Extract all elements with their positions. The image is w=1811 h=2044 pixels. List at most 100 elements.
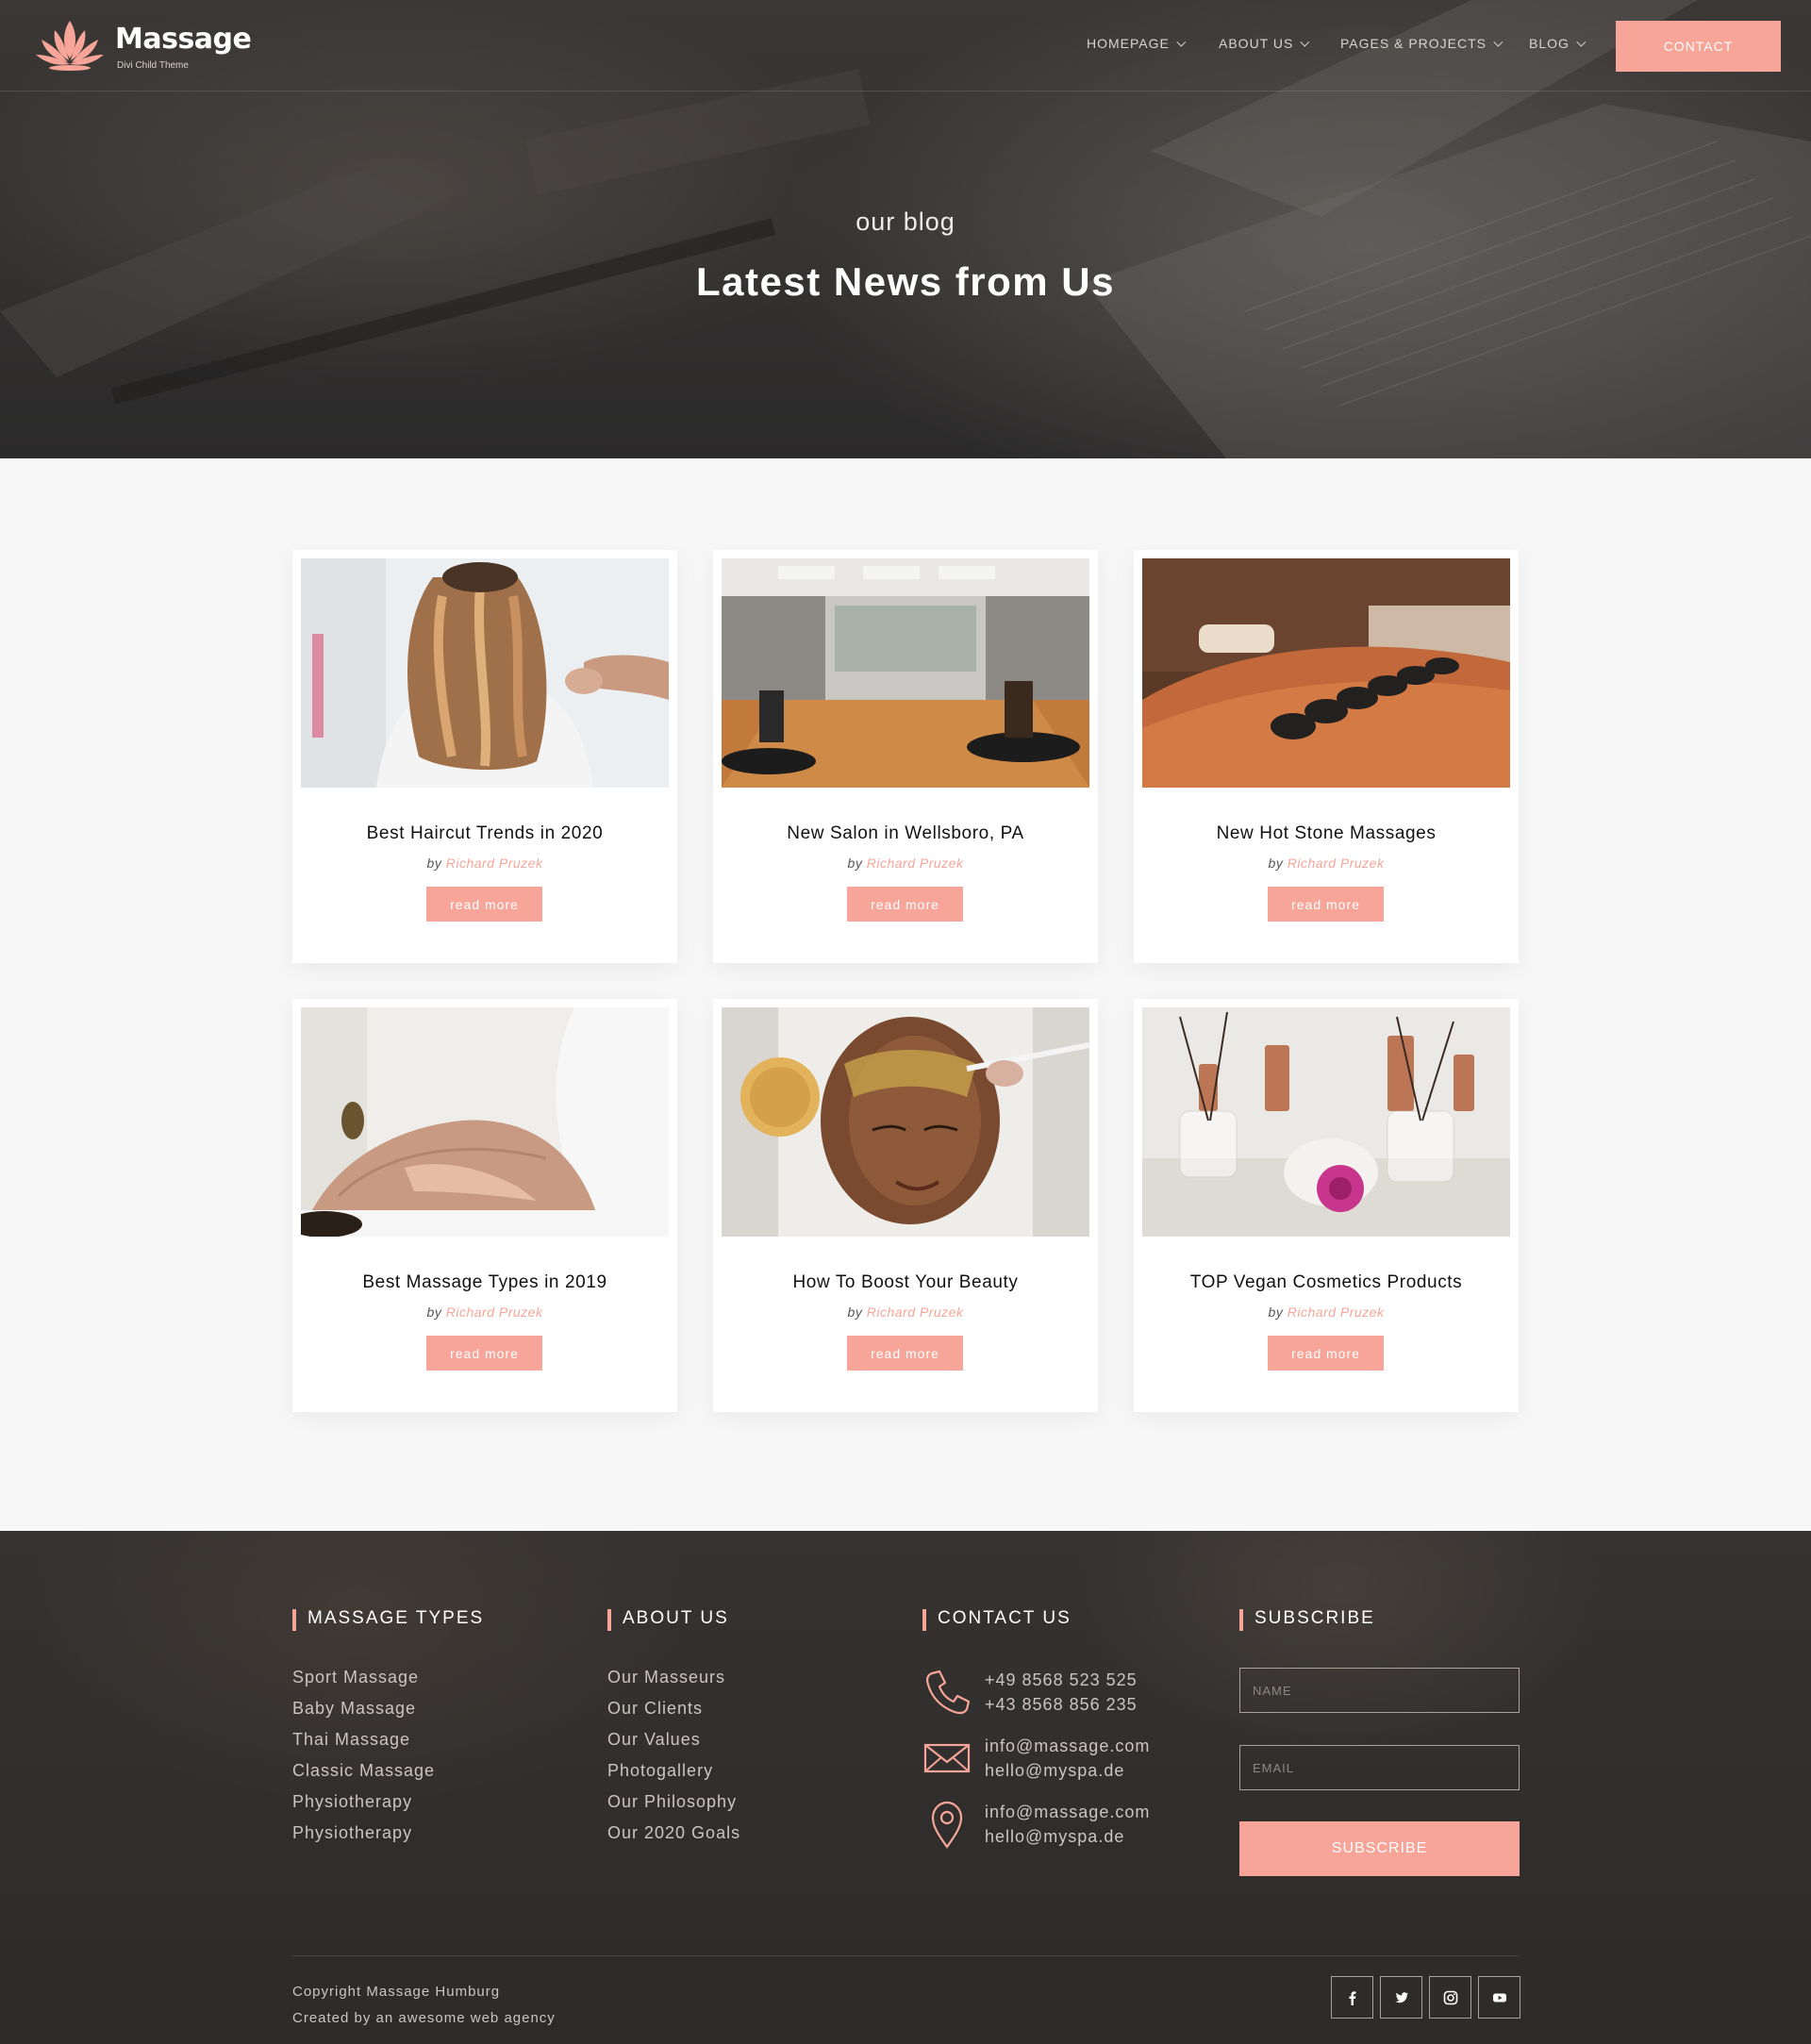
phone-number[interactable]: +43 8568 856 235 <box>985 1692 1138 1717</box>
credits-line: Created by an awesome web agency <box>292 2010 556 2026</box>
read-more-button[interactable]: read more <box>847 887 963 922</box>
footer-link[interactable]: Classic Massage <box>292 1761 435 1792</box>
contact-phone: +49 8568 523 525 +43 8568 856 235 <box>985 1668 1138 1717</box>
lotus-logo-icon <box>36 21 104 71</box>
location-pin-icon <box>931 1801 963 1849</box>
footer-heading-contact-us: CONTACT US <box>922 1608 1072 1631</box>
nav-item-pages-projects[interactable]: PAGES & PROJECTS <box>1340 36 1504 51</box>
post-author-link[interactable]: Richard Pruzek <box>1288 1305 1385 1320</box>
nav-item-about-us[interactable]: ABOUT US <box>1219 36 1310 51</box>
post-author-link[interactable]: Richard Pruzek <box>446 856 543 871</box>
facebook-button[interactable] <box>1331 1976 1373 2019</box>
site-logo[interactable]: Massage Divi Child Theme <box>34 15 252 75</box>
instagram-button[interactable] <box>1429 1976 1471 2019</box>
post-byline: by Richard Pruzek <box>292 1305 677 1320</box>
facial-mask-photo[interactable] <box>722 1007 1089 1237</box>
twitter-icon <box>1395 1991 1408 2002</box>
footer-link[interactable]: Baby Massage <box>292 1699 435 1730</box>
massage-photo[interactable] <box>301 1007 669 1237</box>
nav-label: PAGES & PROJECTS <box>1340 36 1487 51</box>
copyright-line: Copyright Massage Humburg <box>292 1984 501 2000</box>
blog-card: TOP Vegan Cosmetics Products by Richard … <box>1134 999 1519 1412</box>
post-author-link[interactable]: Richard Pruzek <box>867 856 964 871</box>
post-title[interactable]: New Salon in Wellsboro, PA <box>713 823 1098 844</box>
nav-item-homepage[interactable]: HOMEPAGE <box>1087 36 1187 51</box>
post-author-link[interactable]: Richard Pruzek <box>867 1305 964 1320</box>
footer-link[interactable]: Our Clients <box>607 1699 740 1730</box>
footer-link[interactable]: Physiotherapy <box>292 1823 435 1854</box>
post-title[interactable]: Best Massage Types in 2019 <box>292 1272 677 1293</box>
massage-types-list: Sport Massage Baby Massage Thai Massage … <box>292 1668 435 1854</box>
post-title[interactable]: How To Boost Your Beauty <box>713 1272 1098 1293</box>
post-author-link[interactable]: Richard Pruzek <box>1288 856 1385 871</box>
email-address[interactable]: hello@myspa.de <box>985 1758 1150 1783</box>
footer-link[interactable]: Physiotherapy <box>292 1792 435 1823</box>
footer-link[interactable]: Sport Massage <box>292 1668 435 1699</box>
post-byline: by Richard Pruzek <box>1134 1305 1519 1320</box>
nav-label: HOMEPAGE <box>1087 36 1170 51</box>
footer-link[interactable]: Photogallery <box>607 1761 740 1792</box>
footer-heading-about-us: ABOUT US <box>607 1608 729 1631</box>
blog-card: New Hot Stone Massages by Richard Pruzek… <box>1134 550 1519 963</box>
haircut-photo[interactable] <box>301 558 669 788</box>
subscribe-name-field[interactable] <box>1239 1668 1520 1713</box>
subscribe-button[interactable]: SUBSCRIBE <box>1239 1821 1520 1876</box>
about-us-list: Our Masseurs Our Clients Our Values Phot… <box>607 1668 740 1854</box>
byline-prefix: by <box>847 856 863 871</box>
copyright: Copyright Massage Humburg Created by an … <box>292 1979 556 2032</box>
post-title[interactable]: Best Haircut Trends in 2020 <box>292 823 677 844</box>
cosmetics-photo[interactable] <box>1142 1007 1510 1237</box>
phone-icon <box>925 1670 971 1715</box>
phone-number[interactable]: +49 8568 523 525 <box>985 1668 1138 1692</box>
salon-interior-photo[interactable] <box>722 558 1089 788</box>
logo-title: Massage <box>115 23 252 56</box>
read-more-button[interactable]: read more <box>426 1336 542 1371</box>
subscribe-email-field[interactable] <box>1239 1745 1520 1790</box>
footer-link[interactable]: Thai Massage <box>292 1730 435 1761</box>
post-title[interactable]: TOP Vegan Cosmetics Products <box>1134 1272 1519 1293</box>
byline-prefix: by <box>1268 1305 1284 1320</box>
hero-kicker: our blog <box>856 208 955 236</box>
nav-label: ABOUT US <box>1219 36 1294 51</box>
youtube-icon <box>1492 1993 1506 2002</box>
post-author-link[interactable]: Richard Pruzek <box>446 1305 543 1320</box>
read-more-button[interactable]: read more <box>1268 887 1384 922</box>
footer-link[interactable]: Our Masseurs <box>607 1668 740 1699</box>
contact-email: info@massage.com hello@myspa.de <box>985 1734 1150 1783</box>
nav-item-blog[interactable]: BLOG <box>1529 36 1587 51</box>
blog-card: Best Haircut Trends in 2020 by Richard P… <box>292 550 677 963</box>
post-byline: by Richard Pruzek <box>713 856 1098 871</box>
byline-prefix: by <box>426 856 442 871</box>
youtube-button[interactable] <box>1478 1976 1520 2019</box>
footer-link[interactable]: Our Philosophy <box>607 1792 740 1823</box>
blog-card: New Salon in Wellsboro, PA by Richard Pr… <box>713 550 1098 963</box>
location-line: info@massage.com <box>985 1803 1151 1821</box>
post-byline: by Richard Pruzek <box>713 1305 1098 1320</box>
read-more-button[interactable]: read more <box>426 887 542 922</box>
site-footer: MASSAGE TYPES Sport Massage Baby Massage… <box>0 1531 1811 2044</box>
envelope-icon <box>923 1743 971 1773</box>
blog-card: How To Boost Your Beauty by Richard Pruz… <box>713 999 1098 1412</box>
footer-heading-massage-types: MASSAGE TYPES <box>292 1608 484 1631</box>
email-address[interactable]: info@massage.com <box>985 1734 1150 1758</box>
twitter-button[interactable] <box>1380 1976 1422 2019</box>
location-line: hello@myspa.de <box>985 1827 1125 1846</box>
nav-label: BLOG <box>1529 36 1570 51</box>
contact-location: info@massage.com hello@myspa.de <box>985 1800 1150 1849</box>
instagram-icon <box>1443 1990 1457 2004</box>
hot-stone-photo[interactable] <box>1142 558 1510 788</box>
footer-heading-subscribe: SUBSCRIBE <box>1239 1608 1375 1631</box>
facebook-icon <box>1349 1990 1355 2005</box>
footer-link[interactable]: Our Values <box>607 1730 740 1761</box>
hero-section: Massage Divi Child Theme HOMEPAGE ABOUT … <box>0 0 1811 458</box>
footer-divider <box>292 1955 1520 1956</box>
post-byline: by Richard Pruzek <box>1134 856 1519 871</box>
page-title: Latest News from Us <box>696 259 1115 304</box>
contact-button[interactable]: CONTACT <box>1616 21 1781 72</box>
read-more-button[interactable]: read more <box>1268 1336 1384 1371</box>
footer-link[interactable]: Our 2020 Goals <box>607 1823 740 1854</box>
read-more-button[interactable]: read more <box>847 1336 963 1371</box>
blog-card: Best Massage Types in 2019 by Richard Pr… <box>292 999 677 1412</box>
post-title[interactable]: New Hot Stone Massages <box>1134 823 1519 844</box>
byline-prefix: by <box>426 1305 442 1320</box>
